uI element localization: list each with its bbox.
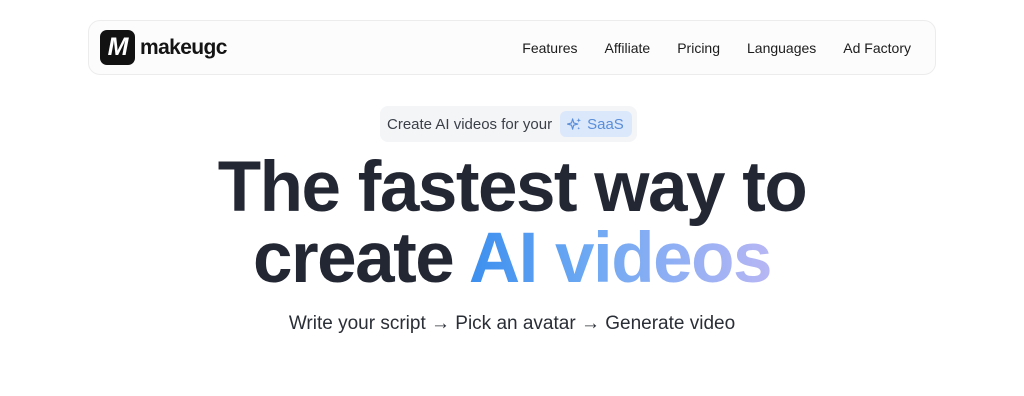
brand-name: makeugc xyxy=(140,35,227,59)
pill-text: Create AI videos for your xyxy=(387,115,553,133)
brand-logo-link[interactable]: M makeugc xyxy=(100,30,227,65)
hero-headline: The fastest way to create AI videos xyxy=(0,152,1024,294)
headline-line-1: The fastest way to xyxy=(217,148,808,227)
sparkles-icon xyxy=(567,117,582,130)
nav-link-pricing[interactable]: Pricing xyxy=(650,40,720,56)
nav-link-languages[interactable]: Languages xyxy=(720,40,816,56)
nav-link-ad-factory[interactable]: Ad Factory xyxy=(816,40,911,56)
logo-icon: M xyxy=(100,30,135,65)
headline-gradient-text: AI videos xyxy=(468,219,773,298)
pill-tag: SaaS xyxy=(560,111,632,137)
top-navbar: M makeugc Features Affiliate Pricing Lan… xyxy=(88,20,936,75)
hero-subtitle: Write your script → Pick an avatar → Gen… xyxy=(288,313,736,334)
pill-tag-label: SaaS xyxy=(587,115,624,133)
nav-link-features[interactable]: Features xyxy=(522,40,577,56)
nav-link-affiliate[interactable]: Affiliate xyxy=(578,40,651,56)
nav-links: Features Affiliate Pricing Languages Ad … xyxy=(522,40,911,56)
audience-pill: Create AI videos for your SaaS xyxy=(380,106,637,142)
headline-line-2-plain: create xyxy=(253,219,469,298)
